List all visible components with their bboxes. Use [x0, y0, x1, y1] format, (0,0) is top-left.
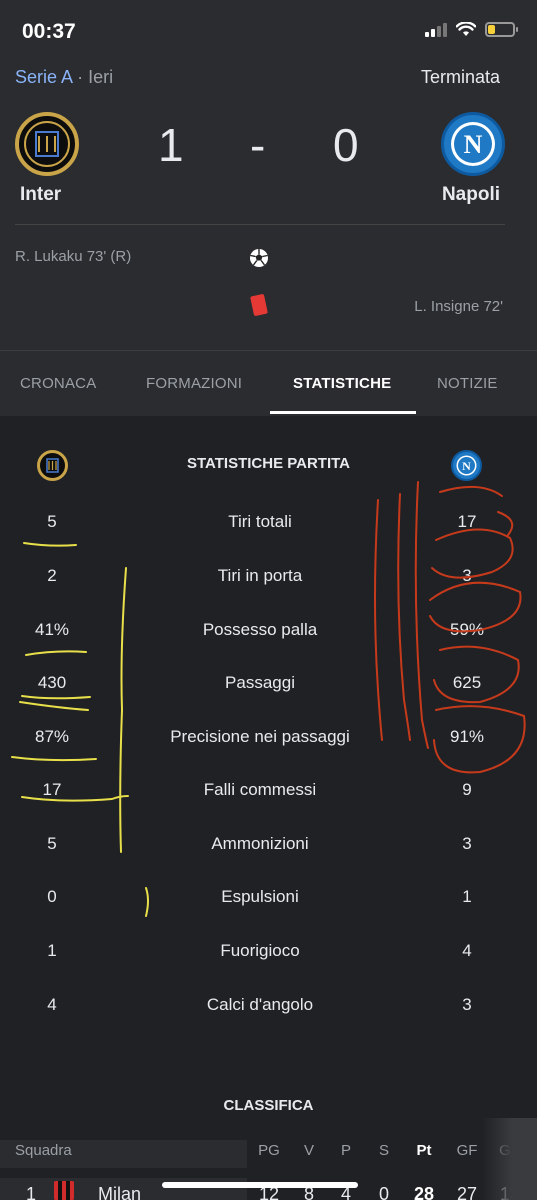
- status-bar: 00:37: [0, 0, 537, 62]
- stat-row: 5 Tiri totali 17: [0, 512, 537, 542]
- stat-label: Tiri in porta: [217, 566, 303, 585]
- scroll-fade: [482, 1118, 537, 1200]
- header-s: S: [378, 1142, 389, 1159]
- stat-home-value: 87%: [34, 727, 70, 746]
- signal-icon: [425, 22, 447, 37]
- rank: 1: [26, 1184, 37, 1200]
- league-link[interactable]: Serie A: [15, 67, 72, 87]
- league-separator: ·: [77, 67, 84, 87]
- battery-level: [488, 25, 495, 34]
- stat-away-value: 3: [462, 834, 472, 853]
- stat-away-value: 91%: [449, 727, 485, 746]
- match-header: Serie A · Ieri Terminata 1 - 0 N Inter N…: [0, 62, 537, 350]
- stat-away-value: 4: [462, 941, 472, 960]
- stat-label: Passaggi: [225, 673, 295, 692]
- cell-s: 0: [378, 1184, 389, 1200]
- header-divider: [15, 224, 505, 225]
- stat-away-value: 625: [452, 673, 482, 692]
- stat-label: Possesso palla: [202, 620, 318, 639]
- active-tab-indicator: [270, 411, 416, 414]
- header-pt: Pt: [416, 1142, 432, 1159]
- tab-cronaca[interactable]: CRONACA: [20, 375, 96, 392]
- away-score: 0: [333, 119, 359, 171]
- standings-title: CLASSIFICA: [223, 1097, 314, 1114]
- stat-label: Espulsioni: [221, 887, 299, 906]
- stat-home-value: 430: [37, 673, 67, 692]
- match-status: Terminata: [420, 67, 500, 87]
- away-team-name[interactable]: Napoli: [442, 184, 500, 206]
- header-gf: GF: [456, 1142, 478, 1159]
- stat-home-value: 17: [42, 780, 62, 799]
- napoli-logo[interactable]: N: [441, 112, 505, 176]
- stat-label: Precisione nei passaggi: [170, 727, 350, 746]
- svg-text:N: N: [464, 130, 483, 159]
- stat-home-value: 1: [47, 941, 57, 960]
- milan-logo: [54, 1181, 74, 1200]
- match-day: Ieri: [88, 67, 114, 87]
- cell-gf: 27: [456, 1184, 478, 1200]
- stat-label: Falli commessi: [203, 780, 317, 799]
- stats-napoli-logo: N: [451, 450, 482, 481]
- stat-row: 430 Passaggi 625: [0, 673, 537, 703]
- tab-bar: CRONACA FORMAZIONI STATISTICHE NOTIZIE: [0, 350, 537, 416]
- battery-icon: [485, 22, 518, 37]
- svg-text:N: N: [462, 459, 471, 473]
- stat-label: Fuorigioco: [220, 941, 300, 960]
- score-separator: -: [250, 119, 266, 171]
- stat-label: Ammonizioni: [211, 834, 309, 853]
- home-indicator[interactable]: [162, 1182, 358, 1188]
- away-red-card-event: L. Insigne 72': [414, 298, 503, 315]
- stat-row: 2 Tiri in porta 3: [0, 566, 537, 596]
- stat-away-value: 3: [462, 995, 472, 1014]
- standings-header: Squadra PG V P S Pt GF GS: [0, 1140, 537, 1168]
- stat-row: 4 Calci d'angolo 3: [0, 995, 537, 1025]
- home-team-name[interactable]: Inter: [20, 184, 61, 206]
- stat-home-value: 41%: [34, 620, 70, 639]
- stat-home-value: 2: [47, 566, 57, 585]
- stat-row: 41% Possesso palla 59%: [0, 620, 537, 650]
- header-v: V: [303, 1142, 314, 1159]
- stat-row: 5 Ammonizioni 3: [0, 834, 537, 864]
- stat-home-value: 5: [47, 834, 57, 853]
- stat-row: 87% Precisione nei passaggi 91%: [0, 727, 537, 757]
- stat-row: 0 Espulsioni 1: [0, 887, 537, 917]
- header-team: Squadra: [0, 1140, 247, 1168]
- home-score: 1: [158, 119, 184, 171]
- wifi-icon: [456, 22, 476, 36]
- tab-notizie[interactable]: NOTIZIE: [437, 375, 498, 392]
- inter-logo[interactable]: [15, 112, 79, 176]
- stat-label: Tiri totali: [228, 512, 292, 531]
- status-icons: [425, 22, 518, 37]
- stat-row: 1 Fuorigioco 4: [0, 941, 537, 971]
- red-card-icon: [250, 293, 268, 317]
- stat-row: 17 Falli commessi 9: [0, 780, 537, 810]
- stat-away-value: 17: [457, 512, 477, 531]
- stat-away-value: 59%: [449, 620, 485, 639]
- status-time: 00:37: [22, 20, 76, 43]
- league-line: Serie A · Ieri: [15, 67, 113, 88]
- stat-away-value: 3: [462, 566, 472, 585]
- header-p: P: [340, 1142, 351, 1159]
- soccer-ball-icon: [250, 249, 268, 267]
- cell-pt: 28: [413, 1184, 435, 1200]
- tab-statistiche[interactable]: STATISTICHE: [293, 375, 391, 392]
- team-name: Milan: [98, 1184, 142, 1200]
- header-pg: PG: [258, 1142, 280, 1159]
- stat-label: Calci d'angolo: [206, 995, 314, 1014]
- stat-home-value: 4: [47, 995, 57, 1014]
- home-goal-event: R. Lukaku 73' (R): [15, 248, 132, 265]
- stat-away-value: 1: [462, 887, 472, 906]
- stat-home-value: 0: [47, 887, 57, 906]
- stat-home-value: 5: [47, 512, 57, 531]
- stat-away-value: 9: [462, 780, 472, 799]
- tab-formazioni[interactable]: FORMAZIONI: [146, 375, 242, 392]
